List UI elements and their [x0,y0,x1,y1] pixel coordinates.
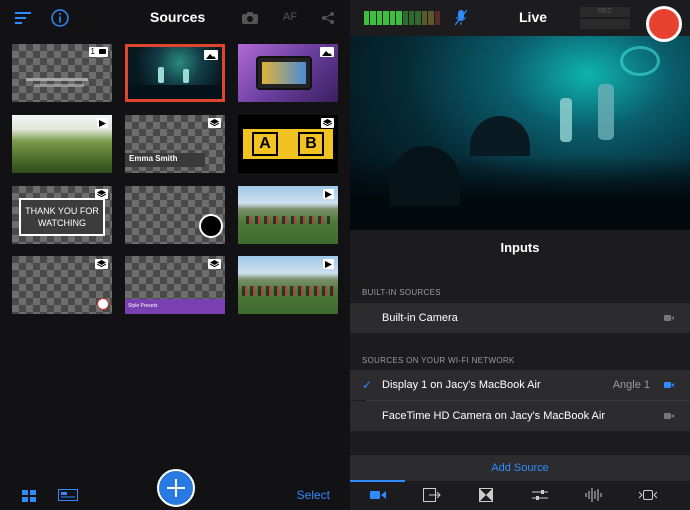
image-badge [204,50,218,60]
source-thumb-7[interactable]: THANK YOU FOR WATCHING [12,186,112,244]
builtin-camera-row[interactable]: Built-in Camera [350,303,690,333]
video-camera-icon [664,382,674,388]
video-camera-icon [664,413,674,419]
audio-meter [364,11,441,25]
layers-badge [208,118,221,128]
live-tabbar [350,480,690,510]
inputs-title: Inputs [500,240,540,255]
display-source-label: Display 1 on Jacy's MacBook Air [382,379,541,391]
layers-badge [321,118,334,128]
facetime-source-label: FaceTime HD Camera on Jacy's MacBook Air [382,410,605,422]
checkmark-icon: ✓ [362,378,373,392]
live-panel: Live REC Inputs BUILT-IN SOURCES Built-i… [350,0,690,510]
source-thumb-1[interactable]: 1 [12,44,112,102]
camera-icon[interactable] [242,11,258,25]
angle-label: Angle 1 [612,379,650,391]
source-thumb-10[interactable] [12,256,112,314]
live-preview[interactable] [350,36,690,230]
camera-badge: 1 [88,47,108,57]
sources-panel: Sources AF 1 Emma Smith A B THANK YOU FO… [0,0,350,510]
video-badge [323,189,334,199]
video-badge [97,118,108,128]
share-icon[interactable] [321,11,335,25]
menu-icon[interactable] [14,10,32,26]
sources-topbar: Sources AF [0,0,350,36]
thank-you-text: THANK YOU FOR WATCHING [19,198,105,236]
lower-third-name: Emma Smith [129,154,178,163]
select-button[interactable]: Select [297,488,330,502]
source-thumb-3[interactable] [238,44,338,102]
facetime-source-row[interactable]: FaceTime HD Camera on Jacy's MacBook Air [350,401,690,431]
af-button[interactable]: AF [283,11,297,23]
rec-indicator: REC [580,7,630,17]
letter-a: A [252,132,278,156]
rec-timer [580,19,630,29]
builtin-camera-label: Built-in Camera [382,312,458,324]
add-source-button[interactable] [157,469,195,507]
badge-number: 1 [90,47,95,56]
record-button[interactable] [646,6,682,42]
sources-title: Sources [150,9,206,25]
grid-view-icon[interactable] [21,489,37,503]
video-camera-icon [664,315,674,321]
switch-icon[interactable] [638,486,658,504]
list-view-icon[interactable] [58,488,78,502]
live-title: Live [519,9,548,25]
source-thumb-8[interactable] [125,186,225,244]
letter-b: B [298,132,324,156]
wifi-sources-header: SOURCES ON YOUR WI-FI NETWORK [362,356,515,365]
source-thumb-11[interactable]: Style Presets [125,256,225,314]
video-icon[interactable] [368,486,388,504]
image-badge [320,47,334,57]
display-source-row[interactable]: ✓ Display 1 on Jacy's MacBook Air Angle … [350,370,690,400]
plus-icon [167,479,185,497]
source-thumb-5[interactable]: Emma Smith [125,115,225,173]
source-thumb-6[interactable]: A B [238,115,338,173]
transition-icon[interactable] [476,486,496,504]
output-icon[interactable] [422,486,442,504]
video-badge [323,259,334,269]
source-thumb-4[interactable] [12,115,112,173]
layers-badge [208,259,221,269]
add-source-link[interactable]: Add Source [350,462,690,474]
style-caption: Style Presets [128,303,158,309]
builtin-sources-header: BUILT-IN SOURCES [362,288,441,297]
mic-off-icon[interactable] [454,9,468,27]
source-thumb-9[interactable] [238,186,338,244]
source-thumb-12[interactable] [238,256,338,314]
add-source-row[interactable]: Add Source [350,455,690,480]
layers-badge [95,259,108,269]
audio-icon[interactable] [584,486,604,504]
adjust-icon[interactable] [530,486,550,504]
active-tab-indicator [350,480,405,482]
source-thumb-2-selected[interactable] [125,44,225,102]
info-icon[interactable] [50,8,70,28]
